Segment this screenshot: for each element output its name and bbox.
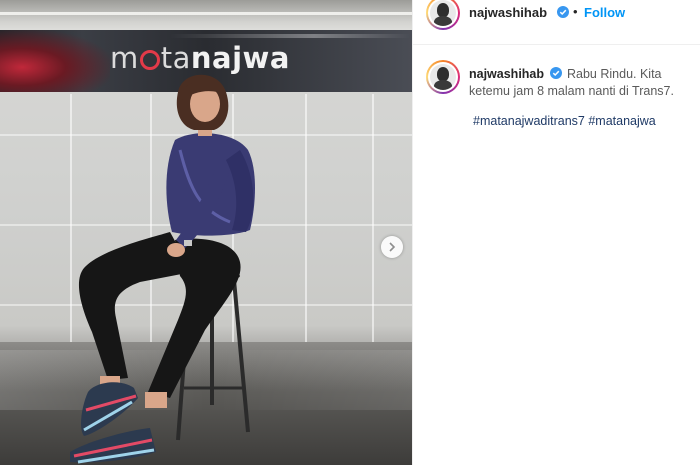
trousers [78,232,241,398]
caption-avatar[interactable] [426,60,460,94]
header-username[interactable]: najwashihab [469,5,547,20]
follow-button[interactable]: Follow [584,5,625,20]
post-header: najwashihab • Follow [413,0,700,45]
post-photo[interactable]: m tanajwa [0,0,412,465]
hashtag-list: #matanajwaditrans7 #matanajwa [473,114,656,128]
caption-text-line-2: ketemu jam 8 malam nanti di Trans7. [469,84,674,98]
header-avatar[interactable] [426,0,460,30]
verified-badge-icon [549,67,562,79]
verified-badge-icon [557,6,569,18]
header-separator: • [573,4,578,19]
person-on-stool-illustration [70,74,255,464]
sneakers [70,382,156,464]
hashtag-link[interactable]: #matanajwaditrans7 [473,114,585,128]
caption-username[interactable]: najwashihab [469,67,544,81]
caption-text-line-1: Rabu Rindu. Kita [567,67,662,81]
next-photo-button[interactable] [381,236,403,258]
chevron-right-icon [389,242,396,252]
post-caption: najwashihab Rabu Rindu. Kita ketemu jam … [469,66,691,100]
hashtag-link[interactable]: #matanajwa [588,114,655,128]
post-side-panel: najwashihab • Follow najwashihab Rabu Ri… [412,0,700,465]
